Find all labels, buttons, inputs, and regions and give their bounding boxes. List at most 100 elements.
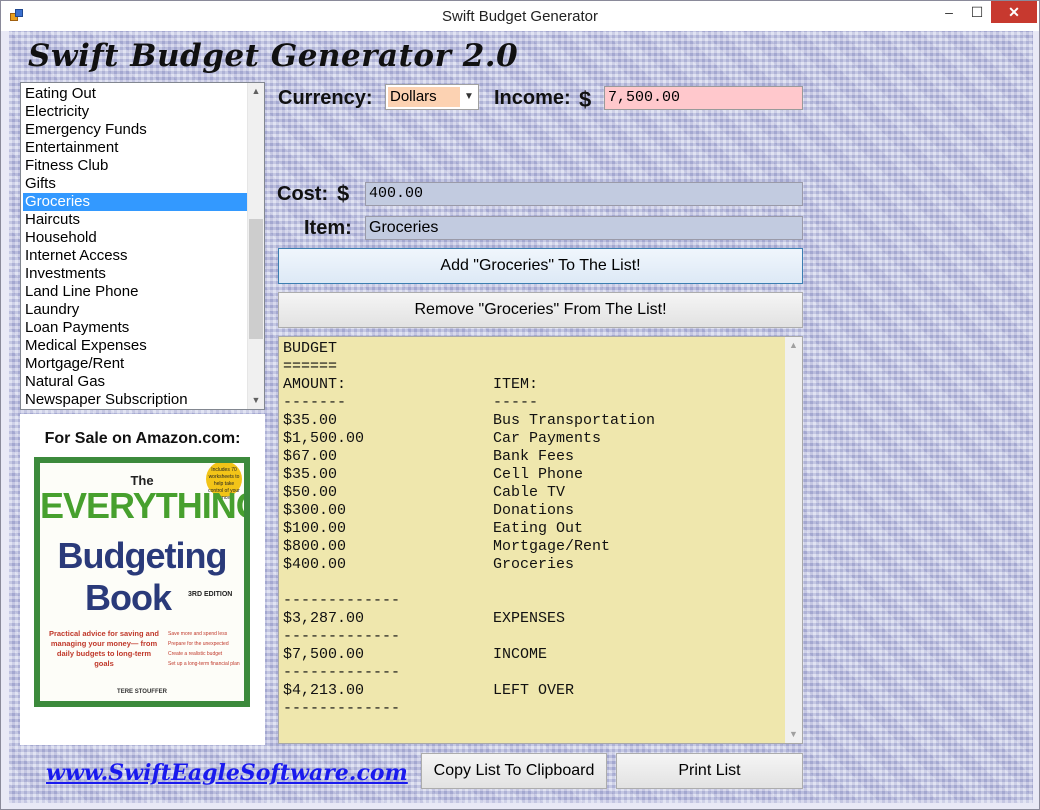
- budget-row: $400.00 Groceries: [283, 556, 783, 574]
- maximize-button[interactable]: ☐: [963, 1, 991, 23]
- expenses-label: EXPENSES: [493, 610, 566, 627]
- budget-row: $50.00 Cable TV: [283, 484, 783, 502]
- title-bar[interactable]: Swift Budget Generator – ☐ ✕: [1, 1, 1039, 31]
- category-item[interactable]: Household: [23, 229, 247, 247]
- income-amount: $7,500.00: [283, 646, 365, 663]
- budget-separator: -------------: [283, 700, 401, 717]
- category-item[interactable]: Internet Access: [23, 247, 247, 265]
- category-items: Eating Out Electricity Emergency Funds Ente…: [23, 85, 247, 409]
- currency-select[interactable]: Dollars ▼: [385, 84, 479, 110]
- scroll-up-icon[interactable]: ▲: [248, 83, 264, 100]
- cost-input[interactable]: 400.00: [365, 182, 803, 206]
- minimize-button[interactable]: –: [935, 1, 963, 23]
- book-title-line1: EVERYTHING: [40, 485, 250, 526]
- book-cover-image[interactable]: Includes 70 worksheets to help take cont…: [34, 457, 250, 707]
- item-rule: -----: [493, 394, 539, 411]
- scroll-down-icon[interactable]: ▼: [248, 392, 264, 409]
- copy-list-button[interactable]: Copy List To Clipboard: [421, 753, 607, 789]
- budget-title-rule: ======: [283, 358, 338, 375]
- book-author: TERE STOUFFER: [117, 689, 167, 695]
- category-list[interactable]: Eating Out Electricity Emergency Funds Ente…: [20, 82, 265, 410]
- category-item[interactable]: Emergency Funds: [23, 121, 247, 139]
- budget-row: $800.00 Mortgage/Rent: [283, 538, 783, 556]
- budget-row-item: Mortgage/Rent: [493, 538, 611, 555]
- book-bullets: Save more and spend less Prepare for the…: [168, 629, 242, 669]
- scroll-up-icon[interactable]: ▲: [785, 337, 802, 354]
- budget-row-item: Cable TV: [493, 484, 566, 501]
- budget-row-amount: $67.00: [283, 448, 338, 465]
- category-item[interactable]: Haircuts: [23, 211, 247, 229]
- item-input[interactable]: Groceries: [365, 216, 803, 240]
- budget-header-rule: ------- -----: [283, 394, 783, 412]
- income-dollar-sign: $: [579, 87, 592, 112]
- close-button[interactable]: ✕: [991, 1, 1037, 23]
- category-item[interactable]: Natural Gas: [23, 373, 247, 391]
- book-title-line3: Book: [85, 577, 172, 618]
- budget-row: $67.00 Bank Fees: [283, 448, 783, 466]
- currency-label: Currency:: [278, 87, 373, 109]
- category-item[interactable]: Fitness Club: [23, 157, 247, 175]
- budget-row-item: Bus Transportation: [493, 412, 656, 429]
- book-edition: 3RD EDITION: [188, 591, 233, 598]
- category-item[interactable]: Investments: [23, 265, 247, 283]
- book-bullet: Create a realistic budget: [168, 651, 223, 657]
- website-link[interactable]: www.SwiftEagleSoftware.com: [46, 760, 408, 786]
- budget-separator: -------------: [283, 628, 401, 645]
- book-description: Practical advice for saving and managing…: [48, 629, 160, 668]
- book-bullet: Prepare for the unexpected: [168, 641, 229, 647]
- add-item-button[interactable]: Add "Groceries" To The List!: [278, 248, 803, 284]
- currency-value: Dollars: [388, 87, 460, 107]
- category-item[interactable]: Electricity: [23, 103, 247, 121]
- category-scrollbar[interactable]: ▲ ▼: [247, 83, 264, 409]
- category-item[interactable]: Groceries: [23, 193, 247, 211]
- category-item[interactable]: Eating Out: [23, 85, 247, 103]
- item-header: ITEM:: [493, 376, 539, 393]
- income-row-label: INCOME: [493, 646, 548, 663]
- amazon-promo: For Sale on Amazon.com: Includes 70 work…: [20, 414, 265, 745]
- budget-row-item: Eating Out: [493, 520, 584, 537]
- budget-row-amount: $50.00: [283, 484, 338, 501]
- budget-row-item: Groceries: [493, 556, 575, 573]
- income-input[interactable]: 7,500.00: [604, 86, 803, 110]
- scroll-down-icon[interactable]: ▼: [785, 726, 802, 743]
- category-item[interactable]: Newspaper Subscription: [23, 391, 247, 409]
- budget-separator: -------------: [283, 664, 401, 681]
- budget-row: $100.00 Eating Out: [283, 520, 783, 538]
- leftover-row: $4,213.00 LEFT OVER: [283, 682, 783, 700]
- app-heading: Swift Budget Generator 2.0: [28, 38, 519, 74]
- category-item[interactable]: Loan Payments: [23, 319, 247, 337]
- budget-row-amount: $300.00: [283, 502, 347, 519]
- budget-row-item: Car Payments: [493, 430, 602, 447]
- print-list-button[interactable]: Print List: [616, 753, 803, 789]
- category-item[interactable]: Medical Expenses: [23, 337, 247, 355]
- budget-rows: $35.00 Bus Transportation $1,500.00 Car Pay…: [283, 412, 783, 574]
- remove-item-button[interactable]: Remove "Groceries" From The List!: [278, 292, 803, 328]
- budget-header-row: AMOUNT: ITEM:: [283, 376, 783, 394]
- budget-row: $1,500.00 Car Payments: [283, 430, 783, 448]
- chevron-down-icon[interactable]: ▼: [462, 87, 476, 107]
- budget-row-item: Cell Phone: [493, 466, 584, 483]
- budget-scrollbar[interactable]: ▲ ▼: [785, 337, 802, 743]
- book-bullet: Save more and spend less: [168, 631, 228, 637]
- budget-text-area[interactable]: BUDGET ====== AMOUNT: ITEM: ------- ----- …: [278, 336, 803, 744]
- budget-row-amount: $35.00: [283, 412, 338, 429]
- expenses-amount: $3,287.00: [283, 610, 365, 627]
- category-item[interactable]: Land Line Phone: [23, 283, 247, 301]
- income-label: Income:: [494, 87, 571, 109]
- category-item[interactable]: Mortgage/Rent: [23, 355, 247, 373]
- item-label: Item:: [304, 217, 352, 239]
- budget-blank-line: [283, 574, 783, 592]
- cost-label: Cost:: [277, 183, 329, 205]
- category-item[interactable]: Gifts: [23, 175, 247, 193]
- window-title: Swift Budget Generator: [442, 8, 598, 25]
- book-title-line2: Budgeting: [57, 535, 228, 576]
- budget-title: BUDGET: [283, 340, 338, 357]
- leftover-amount: $4,213.00: [283, 682, 365, 699]
- category-item[interactable]: Entertainment: [23, 139, 247, 157]
- leftover-label: LEFT OVER: [493, 682, 575, 699]
- category-item[interactable]: Laundry: [23, 301, 247, 319]
- budget-content: BUDGET ====== AMOUNT: ITEM: ------- ----- …: [283, 340, 783, 718]
- amount-rule: -------: [283, 394, 347, 411]
- budget-row-item: Donations: [493, 502, 575, 519]
- scroll-thumb[interactable]: [249, 219, 263, 339]
